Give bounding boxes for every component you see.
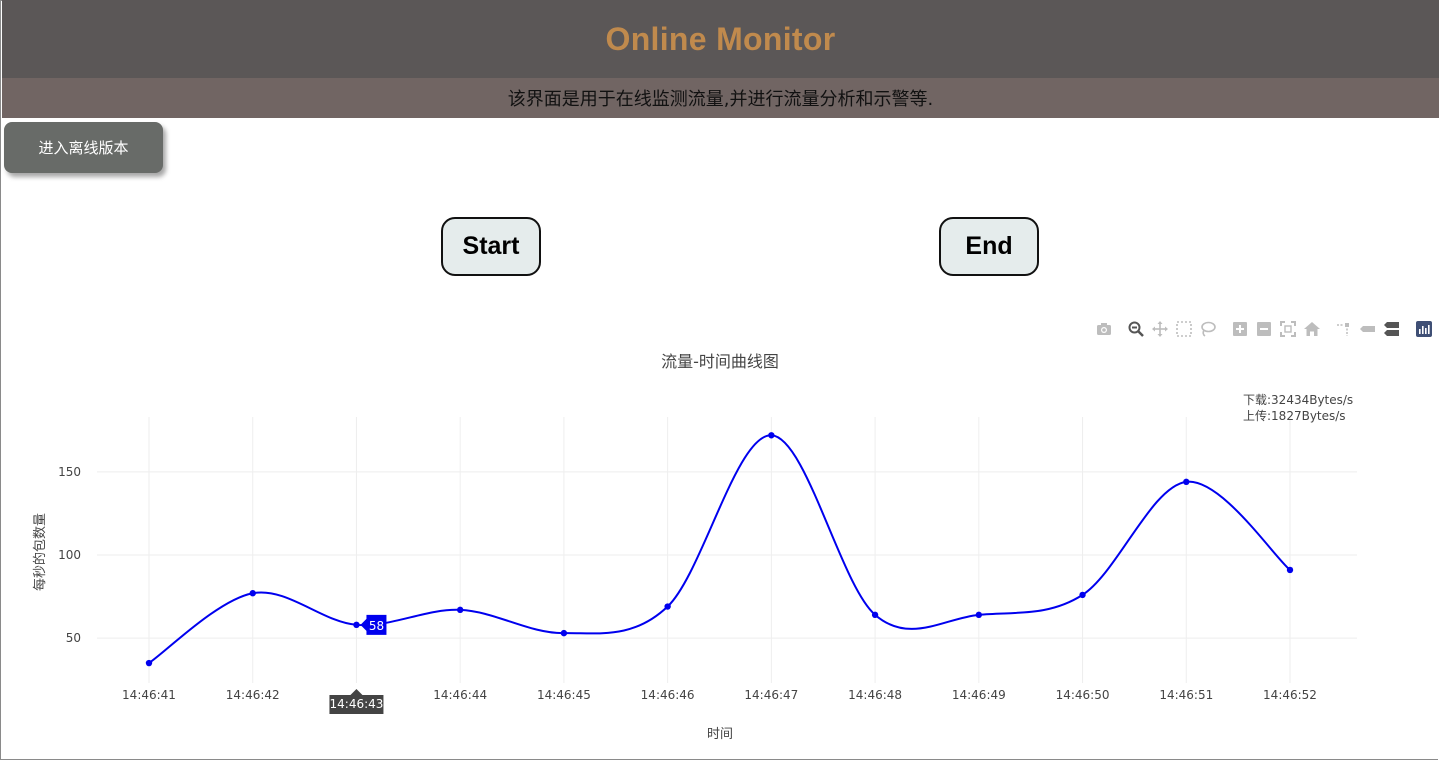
camera-icon[interactable] (1095, 320, 1113, 338)
x-tick-label: 14:46:42 (226, 688, 280, 702)
data-point[interactable] (664, 603, 671, 610)
data-point[interactable] (1286, 566, 1294, 574)
hover-value-label: 58 (369, 619, 384, 633)
start-button[interactable]: Start (441, 217, 541, 276)
x-tick-label: 14:46:41 (122, 688, 176, 702)
box-select-icon[interactable] (1175, 320, 1193, 338)
x-tick-label: 14:46:51 (1159, 688, 1213, 702)
data-point[interactable] (145, 659, 153, 667)
data-point[interactable] (871, 611, 879, 619)
x-tick-label: 14:46:44 (433, 688, 487, 702)
autoscale-icon[interactable] (1279, 320, 1297, 338)
data-point[interactable] (1183, 478, 1190, 486)
data-point[interactable] (353, 621, 360, 629)
app-header: Online Monitor (2, 0, 1439, 78)
page-description: 该界面是用于在线监测流量,并进行流量分析和示警等. (507, 89, 934, 110)
plotly-logo-icon[interactable] (1415, 320, 1433, 338)
offline-version-button[interactable]: 进入离线版本 (4, 122, 163, 173)
reset-axes-icon[interactable] (1303, 320, 1321, 338)
x-tick-label: 14:46:47 (744, 688, 798, 702)
lasso-select-icon[interactable] (1199, 320, 1217, 338)
data-point[interactable] (249, 590, 256, 597)
series-line (148, 434, 1291, 664)
y-axis-label: 每秒的包数量 (32, 513, 48, 591)
zoom-out-icon[interactable] (1255, 320, 1273, 338)
data-point[interactable] (560, 629, 568, 637)
y-tick-label: 50 (66, 631, 81, 645)
page-title: Online Monitor (605, 20, 836, 57)
spike-lines-icon[interactable] (1335, 320, 1353, 338)
x-tick-label: 14:46:52 (1263, 688, 1317, 702)
page-description-bar: 该界面是用于在线监测流量,并进行流量分析和示警等. (2, 78, 1439, 118)
zoom-in-icon[interactable] (1231, 320, 1249, 338)
hover-closest-icon[interactable] (1359, 320, 1377, 338)
zoom-icon[interactable] (1127, 320, 1145, 338)
traffic-annotation-download: 下载:32434Bytes/s (1243, 393, 1353, 407)
x-tick-label: 14:46:49 (952, 688, 1006, 702)
x-tick-label: 14:46:50 (1056, 688, 1110, 702)
data-point[interactable] (768, 432, 775, 439)
hover-compare-icon[interactable] (1383, 320, 1401, 338)
y-tick-label: 100 (58, 548, 81, 562)
x-tick-label: 14:46:48 (848, 688, 902, 702)
hover-x-label: 14:46:43 (330, 697, 384, 711)
pan-icon[interactable] (1151, 320, 1169, 338)
traffic-time-chart: 流量-时间曲线图 下载:32434Bytes/s 上传:1827Bytes/s … (32, 352, 1357, 742)
data-point[interactable] (975, 611, 983, 619)
y-tick-label: 150 (58, 465, 81, 479)
traffic-annotation-upload: 上传:1827Bytes/s (1243, 408, 1346, 423)
data-point[interactable] (1079, 591, 1086, 599)
end-button[interactable]: End (939, 217, 1039, 276)
x-tick-label: 14:46:45 (537, 688, 591, 702)
x-axis-label: 时间 (707, 727, 733, 742)
data-point[interactable] (456, 606, 464, 614)
x-tick-label: 14:46:46 (641, 688, 695, 702)
chart-title: 流量-时间曲线图 (661, 352, 779, 371)
